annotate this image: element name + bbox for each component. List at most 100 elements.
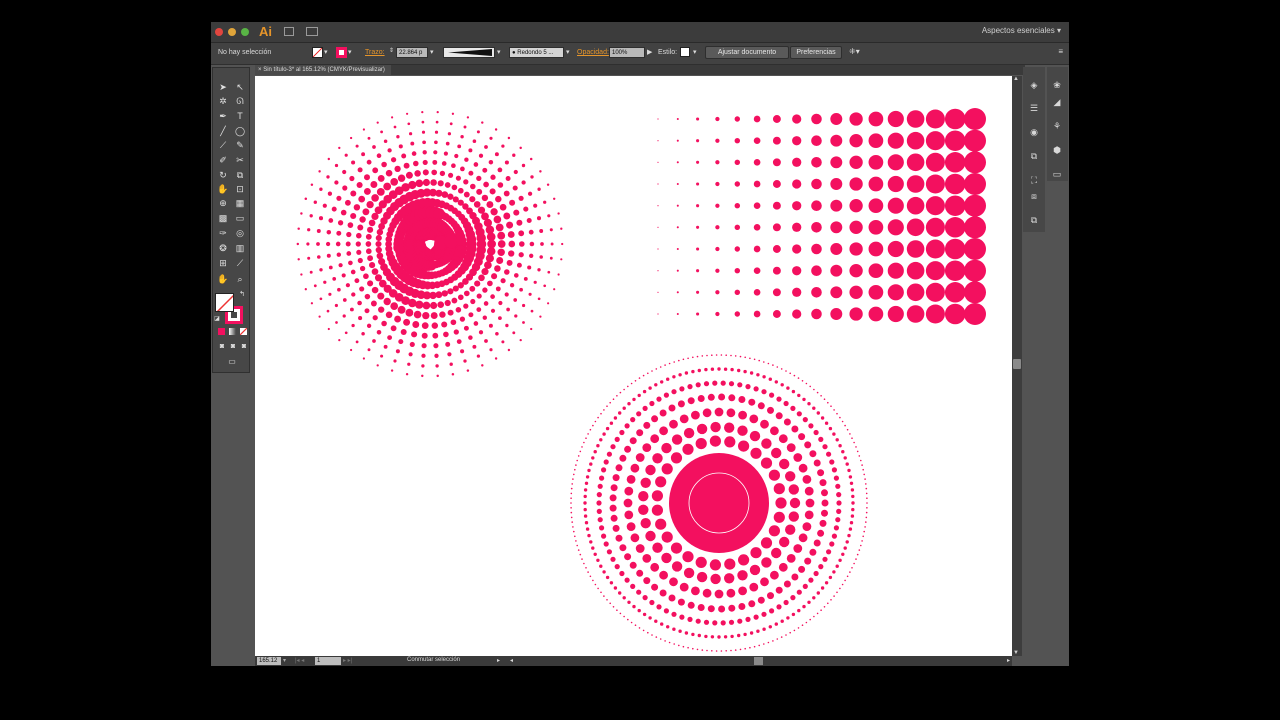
- brushes-icon[interactable]: ◢: [1051, 97, 1063, 107]
- style-dropdown[interactable]: ▾: [693, 48, 697, 56]
- stroke-stepper-icon[interactable]: ⇕: [389, 47, 394, 54]
- status-text[interactable]: Conmutar selección: [407, 657, 460, 663]
- blend-tool-icon[interactable]: ◎: [234, 227, 246, 239]
- free-transform-tool-icon[interactable]: ⊡: [234, 183, 246, 195]
- zoom-level-input[interactable]: 165.12: [257, 657, 281, 665]
- grid-dot: [811, 243, 822, 255]
- color-mode-icon[interactable]: [218, 328, 225, 335]
- fill-dropdown-arrow[interactable]: ▾: [324, 48, 328, 56]
- workspace-switcher[interactable]: Aspectos esenciales ▾: [982, 26, 1061, 35]
- rotate-tool-icon[interactable]: ↻: [217, 169, 229, 181]
- align-icon[interactable]: ☰: [1028, 103, 1040, 113]
- first-artboard-icon[interactable]: |◂ ◂: [295, 657, 304, 664]
- concentric-halftone-group[interactable]: [570, 354, 868, 652]
- fill-color-box[interactable]: [215, 293, 234, 312]
- radial-halftone-group[interactable]: [296, 110, 564, 378]
- lasso-tool-icon[interactable]: ᘏ: [234, 95, 246, 107]
- fit-document-button[interactable]: Ajustar documento: [705, 46, 789, 59]
- vertical-scrollbar[interactable]: ▲ ▼: [1012, 76, 1022, 656]
- gradient-panel-icon[interactable]: ▭: [1051, 169, 1063, 179]
- transform-icon[interactable]: ⛶: [1028, 175, 1040, 185]
- opacity-dropdown[interactable]: ▶: [647, 48, 652, 56]
- artboards-icon[interactable]: ⧈: [1028, 191, 1040, 201]
- vertical-scroll-thumb[interactable]: [1013, 359, 1021, 369]
- tab-document[interactable]: × Sin título-3* al 165.12% (CMYK/Previsu…: [255, 65, 391, 75]
- radial-dot: [383, 297, 391, 306]
- scroll-up-arrow[interactable]: ▲: [1013, 76, 1019, 82]
- variable-width-profile[interactable]: [443, 47, 495, 58]
- preferences-button[interactable]: Preferencias: [790, 46, 842, 59]
- mesh-tool-icon[interactable]: ▩: [217, 212, 229, 224]
- zoom-dropdown[interactable]: ▾: [283, 657, 286, 664]
- stroke-swatch[interactable]: [336, 47, 347, 58]
- magic-wand-tool-icon[interactable]: ✲: [217, 95, 229, 107]
- pathfinder-icon[interactable]: ⧉: [1028, 151, 1040, 161]
- direct-selection-tool-icon[interactable]: ↖: [234, 81, 246, 93]
- fill-swatch[interactable]: [312, 47, 323, 58]
- scale-tool-icon[interactable]: ⧉: [234, 169, 246, 181]
- scroll-left-arrow[interactable]: ◂: [510, 657, 513, 664]
- bridge-icon[interactable]: [284, 27, 294, 36]
- pencil-tool-icon[interactable]: ✎: [234, 139, 246, 151]
- grid-halftone-group[interactable]: [657, 108, 986, 325]
- none-mode-icon[interactable]: [240, 328, 247, 335]
- color-guide-icon[interactable]: ❀: [1051, 80, 1063, 90]
- layers-icon[interactable]: ◈: [1028, 80, 1040, 90]
- artboard-number-input[interactable]: 1: [315, 657, 341, 665]
- symbol-sprayer-tool-icon[interactable]: ❂: [217, 242, 229, 254]
- paintbrush-tool-icon[interactable]: ⟋: [217, 139, 229, 151]
- radial-dot: [364, 293, 371, 300]
- screen-mode-icon[interactable]: ▭: [225, 356, 239, 368]
- stroke-dropdown-arrow[interactable]: ▾: [348, 48, 352, 56]
- gradient-tool-icon[interactable]: ▭: [234, 212, 246, 224]
- type-tool-icon[interactable]: T: [234, 110, 246, 122]
- zoom-window-button[interactable]: [241, 28, 249, 36]
- brush-dropdown[interactable]: ▾: [566, 48, 570, 56]
- graphic-style-swatch[interactable]: [680, 47, 690, 57]
- line-tool-icon[interactable]: ╱: [217, 125, 229, 137]
- graphic-styles-icon[interactable]: ⬢: [1051, 145, 1063, 155]
- arrange-documents-icon[interactable]: [306, 27, 318, 36]
- artboard-canvas[interactable]: [255, 76, 1012, 656]
- swap-fill-stroke-icon[interactable]: ↰: [238, 289, 246, 301]
- radial-dot: [326, 309, 330, 313]
- width-profile-dropdown[interactable]: ▾: [497, 48, 501, 56]
- selection-tool-icon[interactable]: ➤: [217, 81, 229, 93]
- next-artboard-icon[interactable]: ▸ ▸|: [343, 657, 352, 664]
- stroke-label[interactable]: Trazo:: [365, 49, 385, 56]
- column-graph-tool-icon[interactable]: ▥: [234, 242, 246, 254]
- status-menu-arrow[interactable]: ▸: [497, 657, 500, 664]
- align-options-icon[interactable]: ⁜▾: [849, 47, 860, 56]
- pen-tool-icon[interactable]: ✒: [217, 110, 229, 122]
- perspective-grid-tool-icon[interactable]: ▦: [234, 197, 246, 209]
- stroke-weight-dropdown[interactable]: ▾: [430, 48, 434, 56]
- scroll-down-arrow[interactable]: ▼: [1013, 650, 1019, 656]
- artboard-tool-icon[interactable]: ⊞: [217, 257, 229, 269]
- eyedropper-tool-icon[interactable]: ✑: [217, 227, 229, 239]
- stroke-weight-input[interactable]: 22.864 p: [396, 47, 428, 58]
- scroll-right-arrow[interactable]: ▸: [1007, 657, 1010, 664]
- minimize-window-button[interactable]: [228, 28, 236, 36]
- shape-builder-tool-icon[interactable]: ⊕: [217, 197, 229, 209]
- stroke-panel-icon[interactable]: ⚘: [1051, 121, 1063, 131]
- ellipse-tool-icon[interactable]: ◯: [234, 125, 246, 137]
- tab-close-icon[interactable]: ×: [258, 67, 262, 73]
- default-fill-stroke-icon[interactable]: ◪: [214, 313, 220, 325]
- slice-tool-icon[interactable]: ⟋: [234, 257, 246, 269]
- scissors-tool-icon[interactable]: ✂: [234, 154, 246, 166]
- opacity-label[interactable]: Opacidad:: [577, 49, 609, 56]
- brush-definition[interactable]: ● Redondo 5 ...: [509, 47, 564, 58]
- warp-tool-icon[interactable]: ✋: [217, 183, 229, 195]
- zoom-tool-icon[interactable]: ⌕: [234, 273, 246, 285]
- close-window-button[interactable]: [215, 28, 223, 36]
- blob-brush-tool-icon[interactable]: ✐: [217, 154, 229, 166]
- control-panel-menu-icon[interactable]: ≡: [1058, 47, 1063, 56]
- horizontal-scroll-thumb[interactable]: [754, 657, 763, 665]
- symbols-icon[interactable]: ⧉: [1028, 215, 1040, 225]
- opacity-input[interactable]: 100%: [609, 47, 645, 58]
- grid-dot: [676, 312, 679, 316]
- gradient-mode-icon[interactable]: [229, 328, 236, 335]
- appearance-icon[interactable]: ◉: [1028, 127, 1040, 137]
- draw-inside-icon[interactable]: ◙: [238, 341, 250, 353]
- hand-tool-icon[interactable]: ✋: [217, 273, 229, 285]
